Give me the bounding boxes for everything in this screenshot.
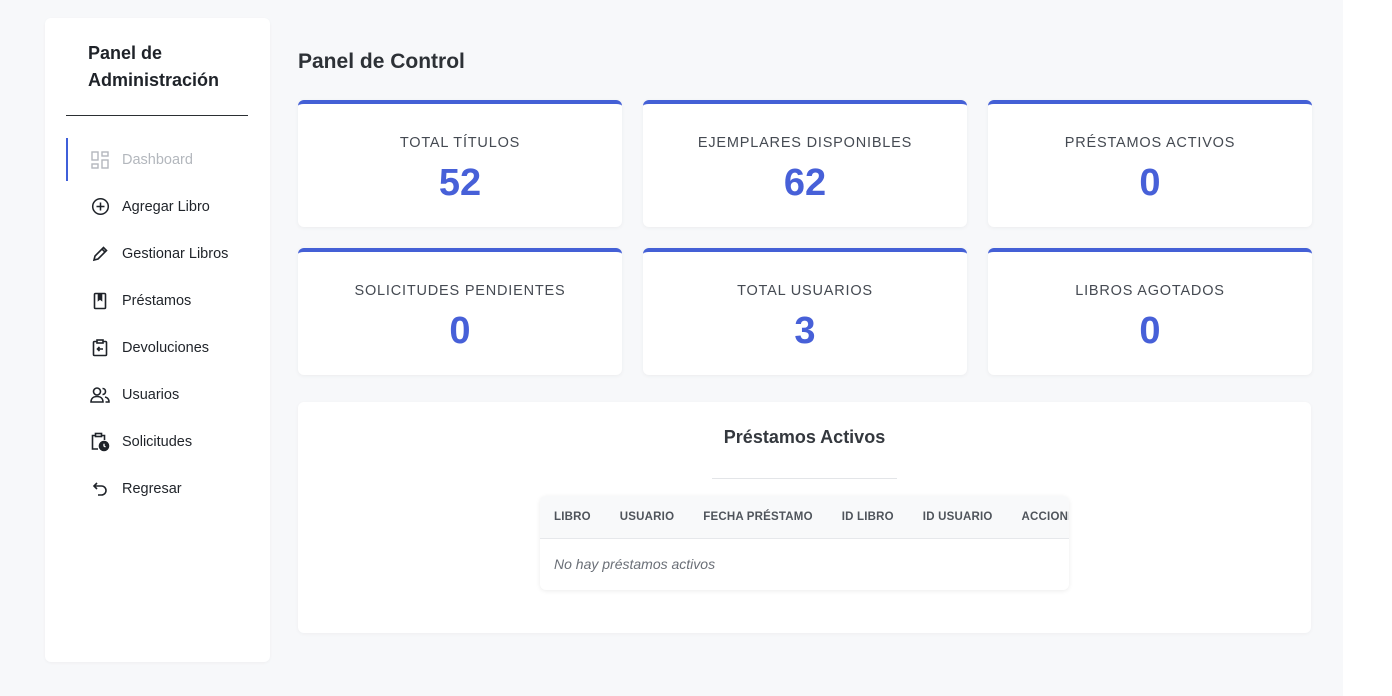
stat-value: 3: [794, 310, 816, 352]
sidebar-item-label: Agregar Libro: [122, 198, 210, 215]
stat-card-total-titulos: TOTAL TÍTULOS 52: [298, 100, 622, 227]
sidebar-item-dashboard[interactable]: Dashboard: [45, 136, 270, 183]
sidebar-title: Panel de Administración: [88, 43, 220, 90]
stat-value: 52: [438, 162, 482, 204]
sidebar-item-label: Solicitudes: [122, 433, 193, 450]
sidebar-item-solicitudes[interactable]: Solicitudes: [45, 418, 270, 465]
users-icon: [90, 385, 110, 405]
sidebar-item-regresar[interactable]: Regresar: [45, 465, 270, 512]
sidebar: Panel de Administración Dashboard Agrega…: [45, 18, 270, 662]
table-header-row: LIBRO USUARIO FECHA PRÉSTAMO ID LIBRO ID…: [540, 496, 1069, 539]
sidebar-item-label: Préstamos: [122, 292, 192, 309]
sidebar-item-devoluciones[interactable]: Devoluciones: [45, 324, 270, 371]
stat-value: 0: [449, 310, 471, 352]
sidebar-item-agregar-libro[interactable]: Agregar Libro: [45, 183, 270, 230]
sidebar-item-prestamos[interactable]: Préstamos: [45, 277, 270, 324]
stat-value: 62: [783, 162, 827, 204]
stat-label: TOTAL TÍTULOS: [399, 135, 521, 151]
sidebar-item-label: Devoluciones: [122, 339, 210, 356]
pencil-icon: [90, 244, 110, 264]
column-header-id-libro[interactable]: ID LIBRO: [842, 511, 894, 523]
table-empty-message: No hay préstamos activos: [554, 556, 716, 572]
column-header-usuario[interactable]: USUARIO: [620, 511, 674, 523]
undo-arrow-icon: [90, 479, 110, 499]
return-clipboard-icon: [90, 338, 110, 358]
sidebar-item-gestionar-libros[interactable]: Gestionar Libros: [45, 230, 270, 277]
sidebar-item-label: Dashboard: [122, 151, 193, 168]
column-header-libro[interactable]: LIBRO: [554, 511, 591, 523]
column-header-acciones: ACCIONES: [1021, 511, 1069, 523]
section-divider: [712, 478, 897, 479]
column-header-id-usuario[interactable]: ID USUARIO: [923, 511, 993, 523]
stat-card-total-usuarios: TOTAL USUARIOS 3: [643, 248, 967, 375]
page-title: Panel de Control: [298, 50, 465, 73]
stat-label: SOLICITUDES PENDIENTES: [354, 283, 566, 299]
sidebar-nav: Dashboard Agregar Libro Gestionar Libros: [45, 136, 270, 512]
stat-value: 0: [1139, 310, 1161, 352]
dashboard-icon: [90, 150, 110, 170]
stat-card-libros-agotados: LIBROS AGOTADOS 0: [988, 248, 1312, 375]
sidebar-item-label: Gestionar Libros: [122, 245, 229, 262]
right-margin: [1343, 0, 1392, 696]
stat-label: PRÉSTAMOS ACTIVOS: [1064, 135, 1236, 151]
stat-label: EJEMPLARES DISPONIBLES: [697, 135, 913, 151]
loans-table: LIBRO USUARIO FECHA PRÉSTAMO ID LIBRO ID…: [540, 496, 1069, 590]
stat-card-prestamos-activos: PRÉSTAMOS ACTIVOS 0: [988, 100, 1312, 227]
sidebar-item-label: Regresar: [122, 480, 182, 497]
clipboard-clock-icon: [90, 432, 110, 452]
stat-card-ejemplares-disponibles: EJEMPLARES DISPONIBLES 62: [643, 100, 967, 227]
active-loans-title: Préstamos Activos: [723, 427, 886, 447]
stat-label: TOTAL USUARIOS: [737, 283, 873, 299]
stat-label: LIBROS AGOTADOS: [1075, 283, 1225, 299]
sidebar-divider: [66, 115, 248, 116]
stat-value: 0: [1139, 162, 1161, 204]
sidebar-item-usuarios[interactable]: Usuarios: [45, 371, 270, 418]
stat-card-solicitudes-pendientes: SOLICITUDES PENDIENTES 0: [298, 248, 622, 375]
bookmark-book-icon: [90, 291, 110, 311]
active-loans-panel: Préstamos Activos LIBRO USUARIO FECHA PR…: [298, 402, 1311, 633]
column-header-fecha-prestamo[interactable]: FECHA PRÉSTAMO: [703, 511, 813, 523]
plus-circle-icon: [90, 197, 110, 217]
sidebar-item-label: Usuarios: [122, 386, 180, 403]
